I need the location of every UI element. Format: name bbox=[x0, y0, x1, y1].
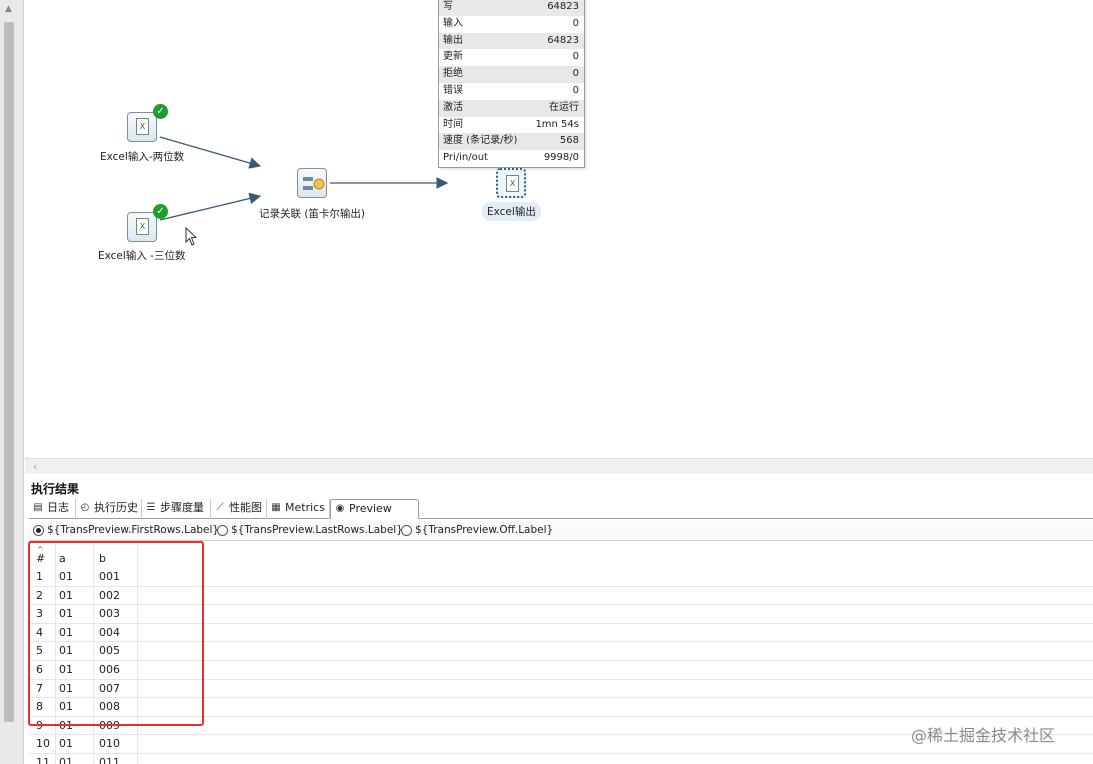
metrics-label: 激活 bbox=[443, 101, 463, 113]
radio-first-rows[interactable]: ${TransPreview.FirstRows.Label} bbox=[33, 524, 219, 536]
metrics-value: 0 bbox=[572, 51, 579, 63]
preview-mode-radios: ${TransPreview.FirstRows.Label} ${TransP… bbox=[29, 521, 1093, 541]
table-cell[interactable]: 011 bbox=[99, 754, 120, 764]
metrics-value: 在运行 bbox=[549, 101, 579, 113]
metrics-value: 0 bbox=[572, 84, 579, 96]
metrics-label: 写 bbox=[443, 1, 453, 12]
tab-metrics[interactable]: ▦ Metrics bbox=[267, 499, 330, 519]
metrics-row: 速度 (条记录/秒) 568 bbox=[439, 133, 584, 151]
left-palette-strip: ▲ bbox=[0, 0, 24, 764]
excel-file-icon: X bbox=[127, 212, 157, 242]
app-window: ▲ 写 64823 输入 0 输出 64823 更新 0 拒绝 0 错误 0 激活 在运行时间 1mn 54… bbox=[0, 0, 1093, 764]
canvas-horizontal-scrollbar[interactable]: ‹ bbox=[25, 458, 1093, 474]
metrics-label: 输出 bbox=[443, 34, 463, 46]
metrics-row: 拒绝 0 bbox=[439, 66, 584, 83]
step-label: 记录关联 (笛卡尔输出) bbox=[259, 208, 366, 220]
metrics-row: 激活 在运行 bbox=[439, 99, 584, 117]
tab-log[interactable]: ▤ 日志 bbox=[29, 499, 76, 519]
history-icon: ◴ bbox=[80, 502, 90, 513]
success-check-icon: ✓ bbox=[153, 204, 168, 219]
tab-preview-data[interactable]: ◉Preview data bbox=[330, 499, 419, 533]
metrics-label: 拒绝 bbox=[443, 68, 463, 80]
success-check-icon: ✓ bbox=[153, 104, 168, 119]
eye-icon: ◉ bbox=[335, 503, 345, 514]
metrics-value: 64823 bbox=[547, 1, 579, 12]
scroll-left-arrow-icon[interactable]: ‹ bbox=[33, 460, 37, 473]
mouse-cursor-icon bbox=[185, 227, 198, 246]
metrics-value: 0 bbox=[572, 68, 579, 80]
step-metrics-popup: 写 64823 输入 0 输出 64823 更新 0 拒绝 0 错误 0 激活 在运行时间 1mn 54s 速… bbox=[438, 0, 585, 168]
metrics-label: 时间 bbox=[443, 118, 463, 130]
metrics-row: 写 64823 bbox=[439, 0, 584, 16]
metrics-row: Pri/in/out 9998/0 bbox=[439, 150, 584, 167]
step-excel-output[interactable]: X Excel输出 bbox=[482, 168, 541, 221]
metrics-row: 更新 0 bbox=[439, 49, 584, 66]
step-join-rows-cartesian[interactable]: 记录关联 (笛卡尔输出) bbox=[259, 168, 365, 220]
metrics-label: 输入 bbox=[443, 17, 463, 29]
table-cell[interactable]: 01 bbox=[59, 735, 73, 753]
metrics-value: 9998/0 bbox=[543, 152, 579, 164]
join-glyph bbox=[303, 177, 325, 190]
metrics-row: 错误 0 bbox=[439, 83, 584, 100]
performance-chart-icon: ⟋ bbox=[216, 502, 224, 513]
tab-performance-chart[interactable]: ⟋ 性能图 bbox=[211, 499, 267, 519]
tab-step-metrics[interactable]: ☰ 步骤度量 bbox=[142, 499, 211, 519]
hop-input3-to-join[interactable] bbox=[159, 192, 262, 221]
results-tab-bar: ▤日志 ◴执行历史 ☰步骤度量 ⟋性能图 ▦Metrics ◉Preview d… bbox=[29, 499, 1093, 533]
table-cell[interactable]: 10 bbox=[36, 735, 50, 753]
tab-history[interactable]: ◴ 执行历史 bbox=[76, 499, 142, 519]
table-row[interactable]: 11 01 011 bbox=[29, 754, 1093, 764]
metrics-icon: ▦ bbox=[271, 502, 281, 513]
step-excel-input-two-digit[interactable]: X ✓ Excel输入-两位数 bbox=[100, 104, 184, 163]
excel-file-icon: X bbox=[127, 112, 157, 142]
metrics-label: 更新 bbox=[443, 51, 463, 63]
table-cell[interactable]: 010 bbox=[99, 735, 120, 753]
radio-off[interactable]: ${TransPreview.Off.Label} bbox=[401, 524, 553, 536]
table-cell[interactable]: 11 bbox=[36, 754, 50, 764]
step-label: Excel输出 bbox=[482, 202, 541, 221]
log-icon: ▤ bbox=[33, 502, 43, 513]
metrics-value: 64823 bbox=[547, 34, 579, 46]
metrics-value: 0 bbox=[572, 17, 579, 29]
metrics-label: Pri/in/out bbox=[443, 152, 488, 164]
scroll-up-arrow-icon[interactable]: ▲ bbox=[5, 4, 12, 14]
red-highlight-box bbox=[28, 541, 204, 726]
radio-last-rows[interactable]: ${TransPreview.LastRows.Label} bbox=[217, 524, 403, 536]
metrics-row: 输出 64823 bbox=[439, 32, 584, 50]
panel-title: 执行结果 bbox=[31, 482, 80, 496]
step-excel-input-three-digit[interactable]: X ✓ Excel输入 -三位数 bbox=[98, 204, 185, 262]
join-rows-icon bbox=[297, 168, 327, 198]
metrics-label: 速度 (条记录/秒) bbox=[443, 135, 518, 147]
metrics-value: 1mn 54s bbox=[535, 118, 579, 130]
left-vertical-scrollbar[interactable] bbox=[4, 22, 14, 722]
metrics-label: 错误 bbox=[443, 84, 463, 96]
table-cell[interactable]: 01 bbox=[59, 754, 73, 764]
step-metrics-icon: ☰ bbox=[146, 502, 156, 513]
step-label: Excel输入-两位数 bbox=[100, 151, 185, 163]
step-label: Excel输入 -三位数 bbox=[98, 250, 186, 262]
watermark: @稀土掘金技术社区 bbox=[911, 726, 1056, 745]
metrics-row: 时间 1mn 54s bbox=[439, 117, 584, 134]
metrics-value: 568 bbox=[559, 135, 579, 147]
excel-file-icon: X bbox=[496, 168, 526, 198]
metrics-row: 输入 0 bbox=[439, 16, 584, 33]
